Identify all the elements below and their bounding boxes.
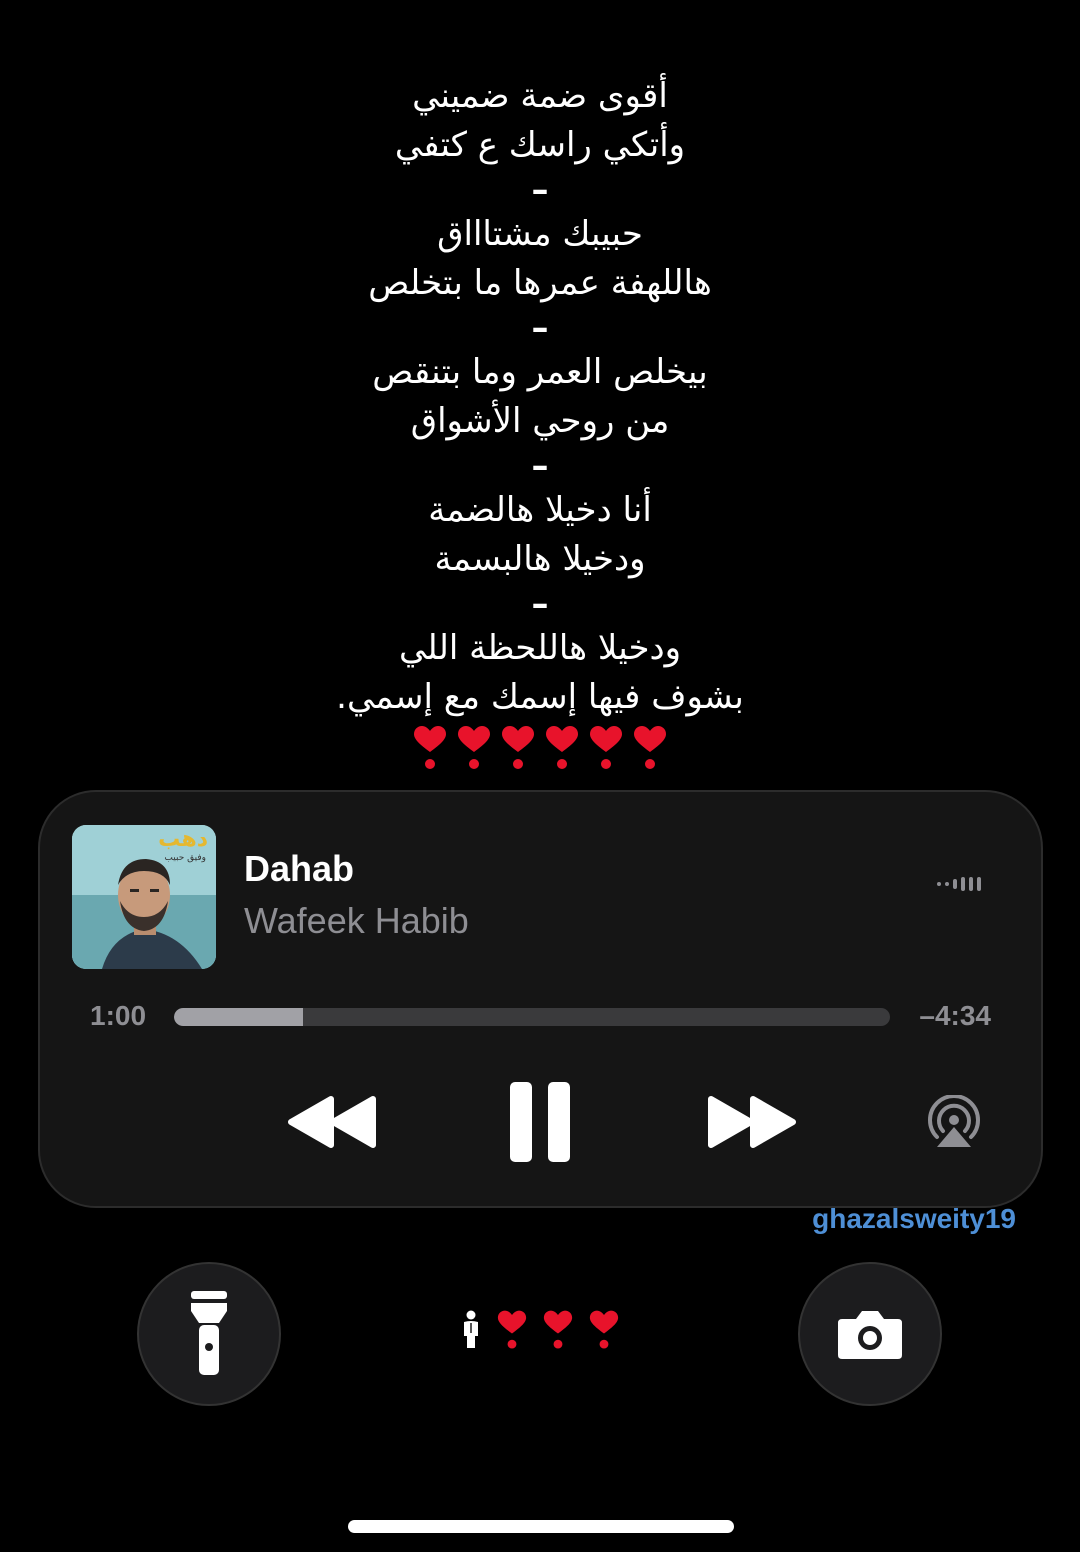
- camera-icon: [838, 1311, 902, 1359]
- rewind-button[interactable]: [285, 1077, 381, 1167]
- heart-exclamation-icon: [458, 726, 490, 769]
- lyric-line: أنا دخيلا هالضمة: [428, 490, 652, 530]
- artwork-artist-text: وفيق حبيب: [164, 853, 206, 863]
- lyric-separator: –: [531, 446, 549, 486]
- lyric-line: حبيبك مشتاااق: [437, 214, 643, 254]
- heart-exclamation-icon: [590, 726, 622, 769]
- pause-button[interactable]: [505, 1077, 575, 1167]
- camera-button[interactable]: [798, 1262, 942, 1406]
- lyric-separator: –: [531, 308, 549, 348]
- lyric-line: أقوى ضمة ضميني: [412, 76, 668, 116]
- heart-exclamation-icon: [497, 1310, 527, 1349]
- heart-exclamation-icon: [546, 726, 578, 769]
- lyric-line: بشوف فيها إسمك مع إسمي.: [336, 677, 744, 717]
- heart-exclamation-icon: [543, 1310, 573, 1349]
- pause-icon: [510, 1082, 570, 1162]
- lyric-separator: –: [531, 584, 549, 624]
- elapsed-time: 1:00: [90, 1000, 147, 1031]
- lyrics-text: أقوى ضمة ضميني وأتكي راسك ع كتفي – حبيبك مش…: [0, 72, 1080, 776]
- track-title[interactable]: Dahab: [244, 848, 354, 890]
- heart-exclamation-icon: [634, 726, 666, 769]
- person-icon: [464, 1310, 478, 1348]
- forward-icon: [708, 1096, 796, 1148]
- home-indicator[interactable]: [348, 1520, 734, 1533]
- lyric-line: بيخلص العمر وما بتنقص: [372, 352, 708, 392]
- lyrics-hearts: [0, 726, 1080, 776]
- progress-fill: [174, 1008, 303, 1026]
- artwork-title-text: دهب: [158, 827, 208, 852]
- lock-screen: أقوى ضمة ضميني وأتكي راسك ع كتفي – حبيبك مش…: [0, 0, 1080, 1552]
- lyric-line: ودخيلا هالبسمة: [434, 539, 646, 579]
- lyric-separator: –: [531, 170, 549, 210]
- lyric-line: من روحي الأشواق: [410, 401, 670, 441]
- rewind-icon: [288, 1096, 376, 1148]
- heart-exclamation-icon: [414, 726, 446, 769]
- forward-button[interactable]: [703, 1077, 799, 1167]
- airplay-icon: [928, 1095, 980, 1147]
- airplay-button[interactable]: [924, 1077, 984, 1167]
- album-artwork[interactable]: دهب وفيق حبيب: [72, 825, 216, 969]
- heart-exclamation-icon: [502, 726, 534, 769]
- track-artist[interactable]: Wafeek Habib: [244, 900, 469, 942]
- now-playing-widget[interactable]: دهب وفيق حبيب Dahab Wafeek Habib 1:00 –4…: [38, 790, 1043, 1208]
- heart-exclamation-icon: [589, 1310, 619, 1349]
- lyric-line: وأتكي راسك ع كتفي: [394, 125, 686, 165]
- audio-waveform-icon: [937, 874, 981, 894]
- lyric-line: ودخيلا هاللحظة اللي: [398, 628, 682, 668]
- progress-scrubber[interactable]: [174, 1008, 890, 1026]
- lyric-line: هاللهفة عمرها ما بتخلص: [368, 263, 712, 303]
- remaining-time: –4:34: [919, 1000, 991, 1031]
- watermark-username: ghazalsweity19: [812, 1203, 1016, 1234]
